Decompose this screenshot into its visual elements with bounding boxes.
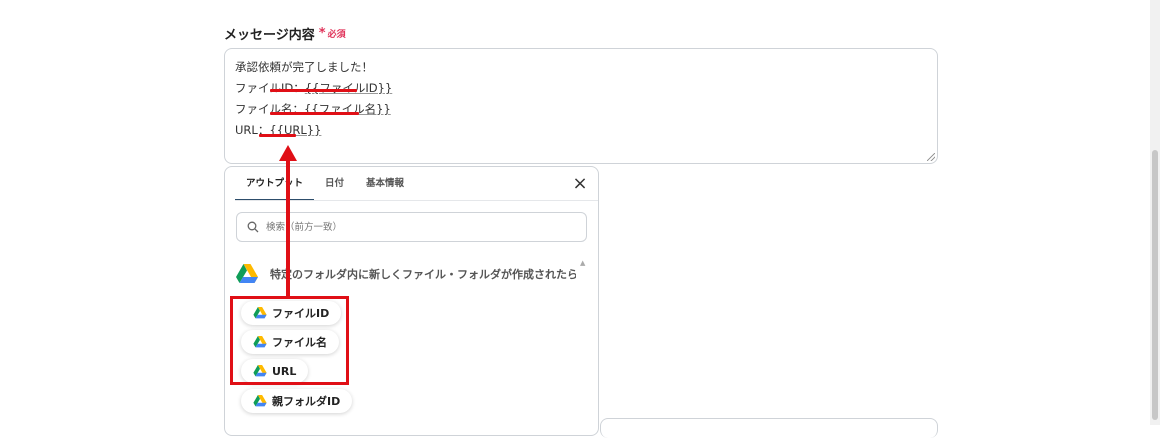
required-badge: 必須 bbox=[327, 30, 346, 40]
search-icon bbox=[247, 221, 259, 233]
annotation-underline-file-id bbox=[270, 89, 357, 92]
scroll-up-arrow-icon[interactable]: ▲ bbox=[580, 259, 585, 267]
next-field-partial[interactable] bbox=[600, 418, 938, 438]
tab-date[interactable]: 日付 bbox=[314, 167, 355, 201]
variable-file-id: {{ファイルID}} bbox=[304, 81, 393, 95]
output-item-label: 親フォルダID bbox=[272, 395, 341, 408]
google-drive-icon bbox=[253, 395, 267, 407]
google-drive-icon bbox=[236, 264, 258, 283]
output-item-parent-folder-id[interactable]: 親フォルダID bbox=[241, 389, 353, 413]
search-input[interactable] bbox=[264, 220, 586, 234]
panel-scrollbar[interactable]: ▲ bbox=[579, 255, 589, 435]
tab-output[interactable]: アウトプット bbox=[235, 167, 315, 201]
required-star: * bbox=[318, 26, 326, 41]
tab-basic-info[interactable]: 基本情報 bbox=[355, 167, 415, 201]
annotation-selection-box bbox=[230, 296, 349, 385]
message-line-1: 承認依頼が完了しました！ bbox=[235, 60, 373, 74]
annotation-underline-url bbox=[259, 134, 296, 137]
annotation-underline-file-name bbox=[270, 112, 359, 115]
message-content-textarea[interactable]: 承認依頼が完了しました！ ファイルID：{{ファイルID}} ファイル名：{{フ… bbox=[224, 48, 938, 164]
annotation-arrow-head-icon bbox=[279, 145, 297, 161]
annotation-arrow-shaft bbox=[286, 158, 290, 298]
message-content-label: メッセージ内容 * 必須 bbox=[224, 24, 346, 43]
field-label-text: メッセージ内容 bbox=[224, 28, 315, 43]
message-line-4: URL：{{URL}} bbox=[235, 123, 322, 137]
page-scrollbar-thumb[interactable] bbox=[1152, 150, 1158, 420]
message-line-3: ファイル名：{{ファイル名}} bbox=[235, 102, 391, 116]
resize-handle[interactable] bbox=[927, 153, 935, 161]
group-title: 特定のフォルダ内に新しくファイル・フォルダが作成されたら bbox=[270, 268, 576, 281]
panel-tabs: アウトプット 日付 基本情報 bbox=[235, 167, 415, 201]
close-icon[interactable]: × bbox=[572, 175, 588, 193]
